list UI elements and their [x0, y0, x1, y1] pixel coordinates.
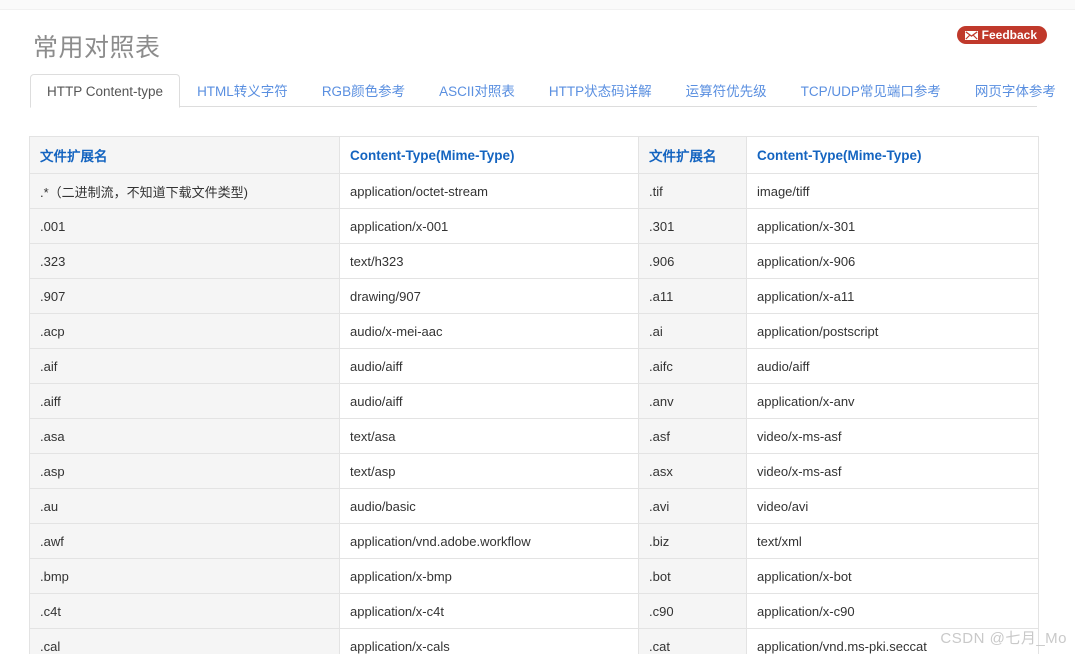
table-header-cell-2: 文件扩展名 — [638, 136, 747, 174]
table-row: .asa text/asa .asf video/x-ms-asf — [29, 418, 1039, 454]
tab-0[interactable]: HTTP Content-type — [30, 74, 181, 108]
envelope-icon — [964, 30, 978, 40]
feedback-button[interactable]: Feedback — [956, 26, 1047, 44]
table-row: .awf application/vnd.adobe.workflow .biz te… — [29, 523, 1039, 559]
file-extension-cell: .001 — [29, 208, 340, 244]
file-extension-cell: .cal — [29, 628, 340, 654]
mime-type-cell: application/octet-stream — [339, 173, 639, 209]
mime-type-cell: application/x-c90 — [746, 593, 1039, 629]
table-row: .323 text/h323.906 application/x-906 — [29, 243, 1039, 279]
table-row: .bmp application/x-bmp .bot application/x-b… — [29, 558, 1039, 594]
file-extension-cell: .anv — [638, 383, 747, 419]
mime-type-cell: application/x-c4t — [339, 593, 639, 629]
file-extension-cell: .aiff — [29, 383, 340, 419]
file-extension-cell: .323 — [29, 243, 340, 279]
table-row: .c4t application/x-c4t .c90 application/x-c… — [29, 593, 1039, 629]
file-extension-cell: .asp — [29, 453, 340, 489]
top-strip — [0, 0, 1075, 10]
file-extension-cell: .acp — [29, 313, 340, 349]
mime-type-cell: application/postscript — [746, 313, 1039, 349]
mime-type-cell: video/avi — [746, 488, 1039, 524]
file-extension-cell: .asa — [29, 418, 340, 454]
mime-type-cell: audio/aiff — [339, 383, 639, 419]
file-extension-cell: .c4t — [29, 593, 340, 629]
tab-2[interactable]: RGB颜色参考 — [305, 74, 422, 108]
file-extension-cell: .aif — [29, 348, 340, 384]
file-extension-cell: .aifc — [638, 348, 747, 384]
content-type-table: 文件扩展名 Content-Type(Mime-Type) 文件扩展名 Content… — [29, 136, 1039, 654]
mime-type-cell: audio/aiff — [339, 348, 639, 384]
tab-5[interactable]: 运算符优先级 — [669, 74, 784, 108]
file-extension-cell: .c90 — [638, 593, 747, 629]
table-header-cell-0: 文件扩展名 — [29, 136, 340, 174]
file-extension-cell: .asf — [638, 418, 747, 454]
table-row: .001 application/x-001.301 application/x-3… — [29, 208, 1039, 244]
file-extension-cell: .907 — [29, 278, 340, 314]
mime-type-cell: text/xml — [746, 523, 1039, 559]
file-extension-cell: .tif — [638, 173, 747, 209]
table-row: .aiff audio/aiff .anv application/x-anv — [29, 383, 1039, 419]
file-extension-cell: .biz — [638, 523, 747, 559]
file-extension-cell: .avi — [638, 488, 747, 524]
tab-list: HTTP Content-type HTML转义字符 RGB颜色参考 ASCII对照表… — [30, 72, 1056, 108]
page-title: 常用对照表 — [33, 33, 161, 62]
mime-type-cell: text/asp — [339, 453, 639, 489]
table-row: .aif audio/aiff .aifc audio/aiff — [29, 348, 1039, 384]
table-header-cell-1: Content-Type(Mime-Type) — [339, 136, 639, 174]
mime-type-cell: application/x-001 — [339, 208, 639, 244]
mime-type-cell: audio/aiff — [746, 348, 1039, 384]
file-extension-cell: .bot — [638, 558, 747, 594]
mime-type-cell: image/tiff — [746, 173, 1039, 209]
table-row: .*（二进制流，不知道下载文件类型) application/octet-stre… — [29, 173, 1039, 209]
file-extension-cell: .ai — [638, 313, 747, 349]
mime-type-cell: drawing/907 — [339, 278, 639, 314]
file-extension-cell: .*（二进制流，不知道下载文件类型) — [29, 173, 340, 209]
mime-type-cell: application/vnd.adobe.workflow — [339, 523, 639, 559]
file-extension-cell: .asx — [638, 453, 747, 489]
table-head: 文件扩展名 Content-Type(Mime-Type) 文件扩展名 Content… — [29, 136, 1039, 174]
mime-type-cell: application/vnd.ms-pki.seccat — [746, 628, 1039, 654]
file-extension-cell: .awf — [29, 523, 340, 559]
mime-type-cell: application/x-906 — [746, 243, 1039, 279]
file-extension-cell: .906 — [638, 243, 747, 279]
table-row: .907 drawing/907 .a11 application/x-a11 — [29, 278, 1039, 314]
mime-type-cell: application/x-a11 — [746, 278, 1039, 314]
tab-4[interactable]: HTTP状态码详解 — [532, 74, 669, 108]
page-root: 常用对照表 Feedback HTTP Content-type HTML转义字符… — [0, 0, 1075, 654]
tab-6[interactable]: TCP/UDP常见端口参考 — [784, 74, 958, 108]
feedback-label: Feedback — [981, 28, 1037, 42]
table-row: .cal application/x-cals .cat application/vn… — [29, 628, 1039, 654]
mime-type-cell: application/x-bot — [746, 558, 1039, 594]
mime-type-cell: video/x-ms-asf — [746, 453, 1039, 489]
table-row: .acp audio/x-mei-aac .ai application/postsc… — [29, 313, 1039, 349]
tab-1[interactable]: HTML转义字符 — [180, 74, 305, 108]
table-body: .*（二进制流，不知道下载文件类型) application/octet-stre… — [29, 173, 1039, 654]
table-header-row: 文件扩展名 Content-Type(Mime-Type) 文件扩展名 Content… — [29, 136, 1039, 174]
tab-bar: HTTP Content-type HTML转义字符 RGB颜色参考 ASCII对照表… — [30, 72, 1056, 108]
file-extension-cell: .301 — [638, 208, 747, 244]
mime-type-cell: audio/x-mei-aac — [339, 313, 639, 349]
mime-type-cell: application/x-bmp — [339, 558, 639, 594]
mime-type-cell: text/asa — [339, 418, 639, 454]
tab-7[interactable]: 网页字体参考 — [958, 74, 1073, 108]
file-extension-cell: .bmp — [29, 558, 340, 594]
mime-type-cell: application/x-cals — [339, 628, 639, 654]
mime-type-cell: audio/basic — [339, 488, 639, 524]
content-type-table-wrap: 文件扩展名 Content-Type(Mime-Type) 文件扩展名 Content… — [29, 136, 1039, 654]
table-row: .asp text/asp .asx video/x-ms-asf — [29, 453, 1039, 489]
file-extension-cell: .cat — [638, 628, 747, 654]
mime-type-cell: application/x-anv — [746, 383, 1039, 419]
file-extension-cell: .a11 — [638, 278, 747, 314]
table-row: .au audio/basic .avi video/avi — [29, 488, 1039, 524]
mime-type-cell: video/x-ms-asf — [746, 418, 1039, 454]
file-extension-cell: .au — [29, 488, 340, 524]
mime-type-cell: application/x-301 — [746, 208, 1039, 244]
mime-type-cell: text/h323 — [339, 243, 639, 279]
tab-3[interactable]: ASCII对照表 — [422, 74, 532, 108]
table-header-cell-3: Content-Type(Mime-Type) — [746, 136, 1039, 174]
